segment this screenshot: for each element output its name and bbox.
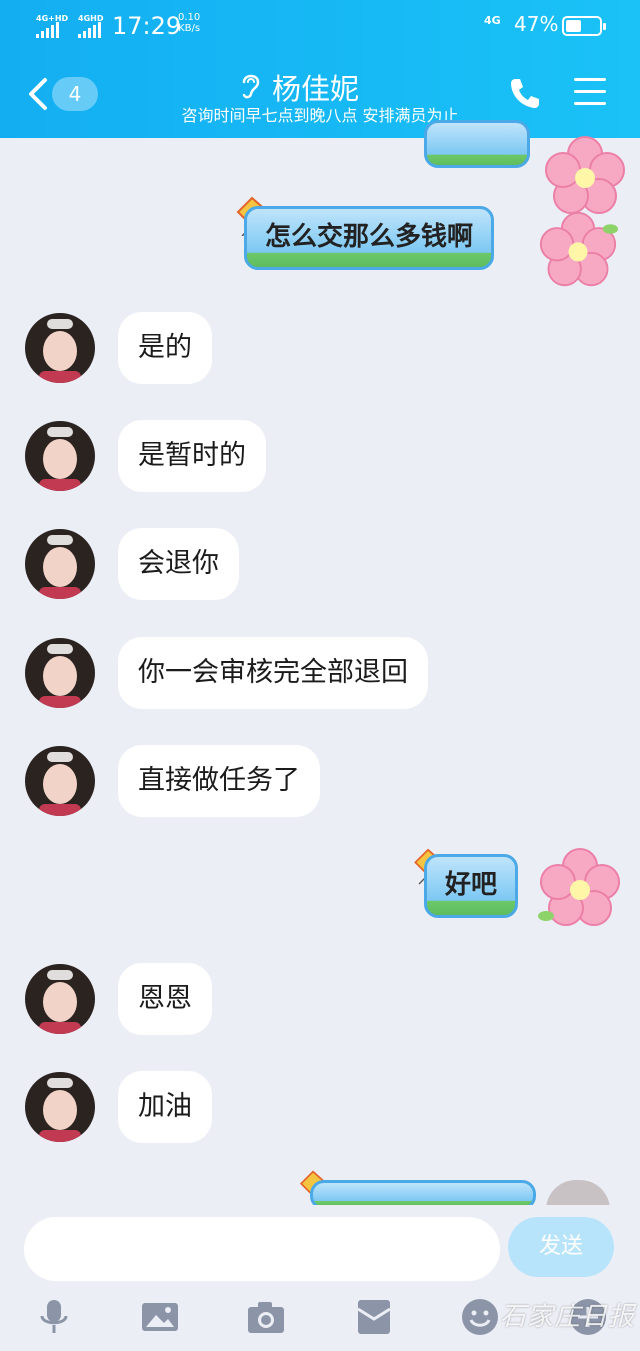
signal-2-icon [78, 22, 101, 38]
message-bubble-out[interactable]: 怎么交那么多钱啊 [244, 206, 495, 270]
battery-percent: 47% [514, 12, 559, 36]
message-bubble-out[interactable]: 好吧 [424, 854, 519, 918]
avatar[interactable] [25, 313, 95, 383]
network-speed-unit: KB/s [178, 23, 201, 34]
watermark-logo: 石家庄日报 [500, 1302, 636, 1332]
avatar[interactable] [25, 638, 95, 708]
message-bubble-in[interactable]: 是暂时的 [118, 420, 266, 492]
send-button[interactable]: 发送 [508, 1217, 614, 1277]
message-bubble-in[interactable]: 会退你 [118, 528, 239, 600]
network-speed-value: 0.10 [178, 12, 201, 23]
message-bubble-in[interactable]: 加油 [118, 1071, 212, 1143]
emoji-icon[interactable] [460, 1297, 500, 1337]
partial-message-bubble [424, 120, 530, 168]
avatar[interactable] [25, 421, 95, 491]
signal-1-icon [36, 22, 59, 38]
network-type: 4G [484, 14, 501, 27]
battery-level [566, 20, 581, 32]
microphone-icon[interactable] [34, 1297, 74, 1337]
image-icon[interactable] [140, 1297, 180, 1337]
avatar[interactable] [25, 1072, 95, 1142]
phone-icon[interactable] [508, 76, 542, 110]
message-bubble-in[interactable]: 你一会审核完全部退回 [118, 637, 428, 709]
network-speed: 0.10 KB/s [178, 12, 200, 34]
clock: 17:29 [112, 12, 182, 40]
avatar[interactable] [25, 529, 95, 599]
camera-icon[interactable] [246, 1297, 286, 1337]
status-bar: 4G+HD 4GHD 17:29 0.10 KB/s 4G 47% [0, 8, 640, 44]
avatar[interactable] [25, 964, 95, 1034]
message-bubble-in[interactable]: 恩恩 [118, 963, 212, 1035]
flower-sticker-icon [539, 211, 618, 287]
chat-header: 4G+HD 4GHD 17:29 0.10 KB/s 4G 47% 4 杨佳妮 … [0, 0, 640, 138]
avatar[interactable] [25, 746, 95, 816]
message-bubble-in[interactable]: 直接做任务了 [118, 745, 320, 817]
flower-sticker-icon [545, 136, 625, 214]
contact-subtitle: 咨询时间早七点到晚八点 安排满员为止 [181, 106, 459, 125]
battery-icon [562, 16, 606, 36]
ear-icon [242, 74, 260, 99]
red-packet-icon[interactable] [354, 1297, 394, 1337]
message-bubble-in[interactable]: 是的 [118, 312, 212, 384]
menu-icon[interactable] [574, 78, 606, 108]
flower-sticker-icon [538, 848, 620, 926]
message-input[interactable] [24, 1217, 500, 1281]
